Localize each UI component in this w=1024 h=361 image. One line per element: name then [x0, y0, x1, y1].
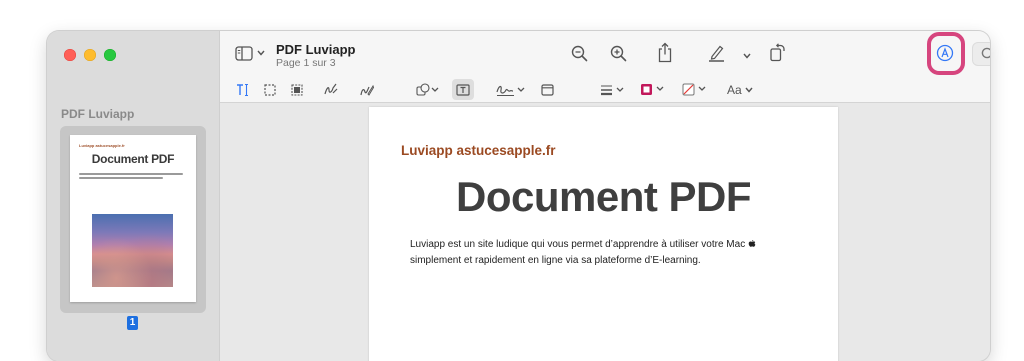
signature-icon[interactable] — [496, 81, 526, 98]
close-button[interactable] — [64, 49, 76, 61]
document-body-line-1: Luviapp est un site ludique qui vous per… — [410, 239, 748, 250]
highlight-pen-icon[interactable] — [708, 44, 725, 67]
highlight-chevron-down-icon[interactable] — [743, 51, 751, 61]
redact-icon[interactable] — [291, 81, 303, 98]
minimize-button[interactable] — [84, 49, 96, 61]
thumbnail-brand: Luviapp astucesapple.fr — [79, 143, 125, 148]
document-title: Document PDF — [455, 173, 752, 220]
text-box-icon[interactable] — [452, 79, 474, 100]
share-icon[interactable] — [657, 42, 673, 68]
document-brand: Luviapp astucesapple.fr — [401, 143, 556, 158]
draw-icon[interactable] — [360, 81, 374, 98]
text-style-label: Aa — [727, 82, 742, 97]
pdf-page[interactable]: Luviapp astucesapple.fr Document PDF Luv… — [369, 107, 838, 361]
text-style-button[interactable]: Aa — [727, 81, 753, 98]
thumbnail-title: Document PDF — [91, 152, 175, 166]
page-thumbnail[interactable]: Luviapp astucesapple.fr Document PDF — [70, 135, 196, 302]
sidebar-toggle-icon[interactable] — [235, 46, 253, 66]
document-body-line-2: simplement et rapidement en ligne via sa… — [410, 255, 701, 266]
rectangular-selection-icon[interactable] — [264, 81, 276, 98]
window-controls — [64, 49, 116, 61]
preview-window: PDF Luviapp Luviapp astucesapple.fr Docu… — [47, 31, 990, 361]
apple-logo-icon — [748, 240, 756, 247]
thumbnail-text-line — [79, 173, 183, 175]
shapes-icon[interactable] — [416, 81, 440, 98]
document-body: Luviapp est un site ludique qui vous per… — [410, 237, 810, 269]
markup-button-highlight — [927, 32, 965, 75]
page-number-badge: 1 — [127, 316, 138, 330]
thumbnail-desert-image — [92, 214, 173, 287]
sketch-icon[interactable] — [324, 81, 338, 98]
text-style-chevron-down-icon — [745, 87, 753, 93]
window-title: PDF Luviapp — [276, 42, 356, 57]
markup-toolbar: Aa — [220, 77, 990, 103]
text-selection-icon[interactable] — [236, 81, 249, 98]
document-view: Luviapp astucesapple.fr Document PDF Luv… — [220, 103, 990, 361]
page-thumbnail-selected[interactable]: Luviapp astucesapple.fr Document PDF — [60, 126, 206, 313]
thumbnail-text-line — [79, 177, 163, 179]
chevron-down-icon[interactable] — [257, 48, 265, 58]
sidebar: PDF Luviapp Luviapp astucesapple.fr Docu… — [47, 31, 220, 361]
fill-color-icon[interactable] — [682, 81, 708, 98]
zoom-button[interactable] — [104, 49, 116, 61]
toolbar: PDF Luviapp Page 1 sur 3 — [220, 31, 990, 78]
search-icon — [981, 47, 990, 66]
note-icon[interactable] — [541, 81, 554, 98]
shape-style-icon[interactable] — [600, 81, 626, 98]
zoom-in-icon[interactable] — [610, 45, 627, 67]
window-subtitle: Page 1 sur 3 — [276, 57, 336, 69]
zoom-out-icon[interactable] — [571, 45, 588, 67]
search-field[interactable] — [972, 42, 990, 66]
border-color-icon[interactable] — [640, 81, 666, 98]
sidebar-document-title: PDF Luviapp — [61, 107, 135, 121]
rotate-icon[interactable] — [768, 43, 786, 67]
